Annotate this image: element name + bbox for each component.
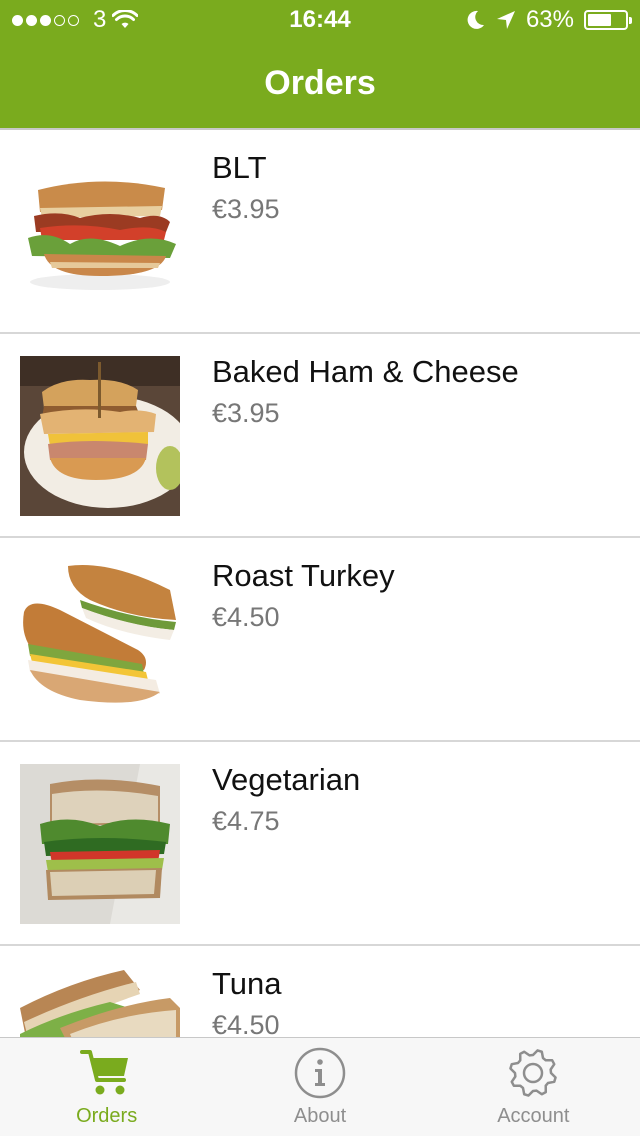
- item-name: Roast Turkey: [212, 558, 395, 593]
- item-price: €4.50: [212, 602, 280, 632]
- item-price: €3.95: [212, 398, 280, 428]
- item-price: €4.75: [212, 806, 280, 836]
- status-right: 63%: [466, 6, 632, 34]
- tab-about[interactable]: About: [213, 1038, 426, 1136]
- blt-sandwich-image: [20, 152, 180, 312]
- vegetarian-sandwich-image: [20, 764, 180, 924]
- list-item[interactable]: Tuna €4.50: [0, 946, 640, 1038]
- tab-label: Account: [497, 1105, 570, 1127]
- item-name: Tuna: [212, 966, 282, 1001]
- list-item[interactable]: Roast Turkey €4.50: [0, 538, 640, 742]
- tuna-sandwich-image: [20, 968, 180, 1038]
- status-bar: 3 16:44 63%: [0, 0, 640, 40]
- item-price: €3.95: [212, 194, 280, 224]
- item-name: Vegetarian: [212, 762, 361, 797]
- page-title: Orders: [264, 64, 376, 102]
- location-arrow-icon: [496, 11, 515, 29]
- tab-orders[interactable]: Orders: [0, 1038, 213, 1136]
- turkey-baguette-image: [20, 560, 180, 720]
- battery-nub: [629, 17, 632, 24]
- cart-icon: [79, 1050, 128, 1095]
- gear-outline: [509, 1049, 558, 1097]
- ham-cheese-sandwich-image: [20, 356, 180, 516]
- order-list[interactable]: BLT €3.95 Baked Ham & Cheese €3.95 Roast…: [0, 128, 640, 1038]
- app-screen: 3 16:44 63% Orders BLT €3.95 Baked Ham &…: [0, 0, 640, 1136]
- list-item[interactable]: BLT €3.95: [0, 130, 640, 334]
- moon-icon: [467, 10, 484, 29]
- header: 3 16:44 63% Orders: [0, 0, 640, 128]
- list-item[interactable]: Baked Ham & Cheese €3.95: [0, 334, 640, 538]
- info-icon: [294, 1047, 346, 1099]
- gear-icon: [509, 1049, 558, 1097]
- battery-percent: 63%: [525, 6, 574, 33]
- tab-bar: Orders About Account: [0, 1037, 640, 1136]
- tab-label: About: [293, 1105, 347, 1127]
- list-item[interactable]: Vegetarian €4.75: [0, 742, 640, 946]
- item-name: Baked Ham & Cheese: [212, 354, 519, 389]
- item-name: BLT: [212, 150, 267, 185]
- battery-level: [588, 14, 611, 26]
- item-price: €4.50: [212, 1010, 280, 1038]
- tab-label: Orders: [76, 1105, 138, 1127]
- tab-account[interactable]: Account: [427, 1038, 640, 1136]
- battery-icon: [584, 10, 632, 30]
